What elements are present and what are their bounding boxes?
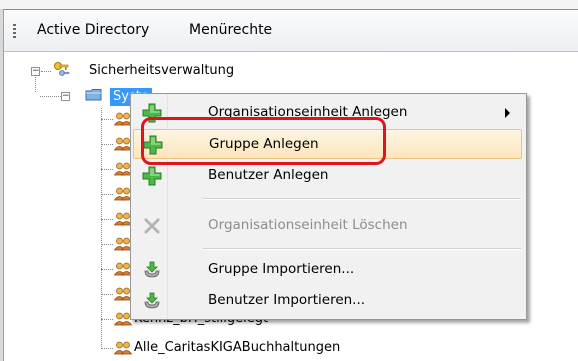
menu-active-directory[interactable]: Active Directory: [33, 22, 153, 38]
import-icon: [144, 261, 160, 278]
menu-item-label: Gruppe Anlegen: [209, 136, 319, 152]
menu-bar: Active Directory Menürechte: [4, 10, 578, 52]
green-plus-icon: [143, 135, 163, 155]
menu-menuerechte[interactable]: Menürechte: [185, 22, 276, 38]
menu-item-create-org-unit[interactable]: Organisationseinheit Anlegen: [133, 98, 522, 128]
green-plus-icon: [142, 166, 162, 186]
tree-connector: [101, 219, 113, 220]
tree-node-group-label[interactable]: Alle_CaritasKIGABuchhaltungen: [134, 340, 340, 355]
context-menu: Organisationseinheit Anlegen Gruppe Anle…: [130, 93, 527, 320]
gray-x-icon: [144, 218, 160, 234]
users-group-icon: [114, 341, 132, 355]
tree-connector: [41, 71, 51, 72]
menu-item-label: Organisationseinheit Anlegen: [208, 104, 408, 120]
app-window: Active Directory Menürechte − Sicherheit…: [0, 0, 578, 361]
tree-connector: [101, 244, 113, 245]
collapse-toggle-root[interactable]: −: [31, 67, 40, 76]
tree-node-root-label[interactable]: Sicherheitsverwaltung: [89, 63, 234, 78]
tree-connector: [101, 119, 113, 120]
tree-connector: [101, 269, 113, 270]
tree-connector: [101, 294, 113, 295]
tree-connector: [101, 348, 113, 349]
menu-separator: [203, 248, 521, 250]
tree-connector: [101, 144, 113, 145]
menu-item-create-user[interactable]: Benutzer Anlegen: [133, 161, 522, 191]
tree-connector: [35, 77, 36, 92]
menu-item-import-group[interactable]: Gruppe Importieren...: [133, 255, 522, 285]
tree-connector: [101, 169, 113, 170]
submenu-arrow-icon: [505, 108, 510, 118]
menu-separator: [203, 198, 521, 200]
menu-item-label: Benutzer Importieren...: [208, 292, 366, 308]
tree-connector: [101, 319, 113, 320]
menu-item-create-group[interactable]: Gruppe Anlegen: [133, 129, 522, 159]
tree-connector: [101, 194, 113, 195]
menu-item-label: Benutzer Anlegen: [208, 167, 329, 183]
green-plus-icon: [142, 103, 162, 123]
menu-item-import-user[interactable]: Benutzer Importieren...: [133, 286, 522, 316]
toolbar-grip-icon[interactable]: [13, 24, 16, 38]
tree-connector: [40, 96, 61, 97]
key-icon: [54, 62, 70, 76]
import-icon: [144, 292, 160, 309]
window-top-border: [0, 0, 578, 10]
collapse-toggle-system[interactable]: −: [61, 92, 70, 101]
menu-item-delete-org-unit[interactable]: Organisationseinheit Löschen: [133, 211, 522, 241]
folder-icon: [85, 89, 102, 101]
menu-item-label: Gruppe Importieren...: [208, 261, 355, 277]
menu-item-label: Organisationseinheit Löschen: [208, 217, 408, 233]
